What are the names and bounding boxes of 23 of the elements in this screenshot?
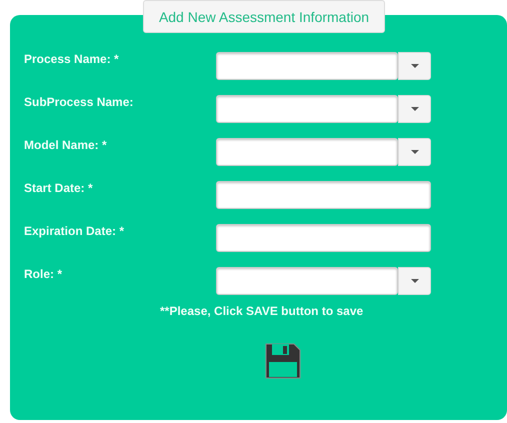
dropdown-button[interactable] — [398, 138, 431, 166]
form-legend: Add New Assessment Information — [143, 0, 385, 33]
date-field[interactable] — [216, 224, 431, 252]
dropdown-button[interactable] — [398, 267, 431, 295]
caret-icon — [410, 279, 418, 283]
field-label: Role: * — [24, 267, 64, 281]
field-label: Model Name: * — [24, 138, 108, 152]
field-label: SubProcess Name: — [24, 95, 134, 109]
select-field[interactable] — [216, 52, 398, 80]
field-label: Start Date: * — [24, 181, 94, 195]
save-hint: **Please, Click SAVE button to save — [160, 304, 364, 318]
dropdown-button[interactable] — [398, 52, 431, 80]
dropdown-button[interactable] — [398, 95, 431, 123]
field-label: Process Name: * — [24, 52, 120, 66]
field-label: Expiration Date: * — [24, 224, 126, 238]
date-field[interactable] — [216, 181, 431, 209]
select-field[interactable] — [216, 138, 398, 166]
caret-icon — [410, 107, 418, 111]
caret-icon — [410, 150, 418, 154]
select-field[interactable] — [216, 95, 398, 123]
caret-icon — [410, 64, 418, 68]
save-button[interactable] — [264, 342, 302, 380]
select-field[interactable] — [216, 267, 398, 295]
